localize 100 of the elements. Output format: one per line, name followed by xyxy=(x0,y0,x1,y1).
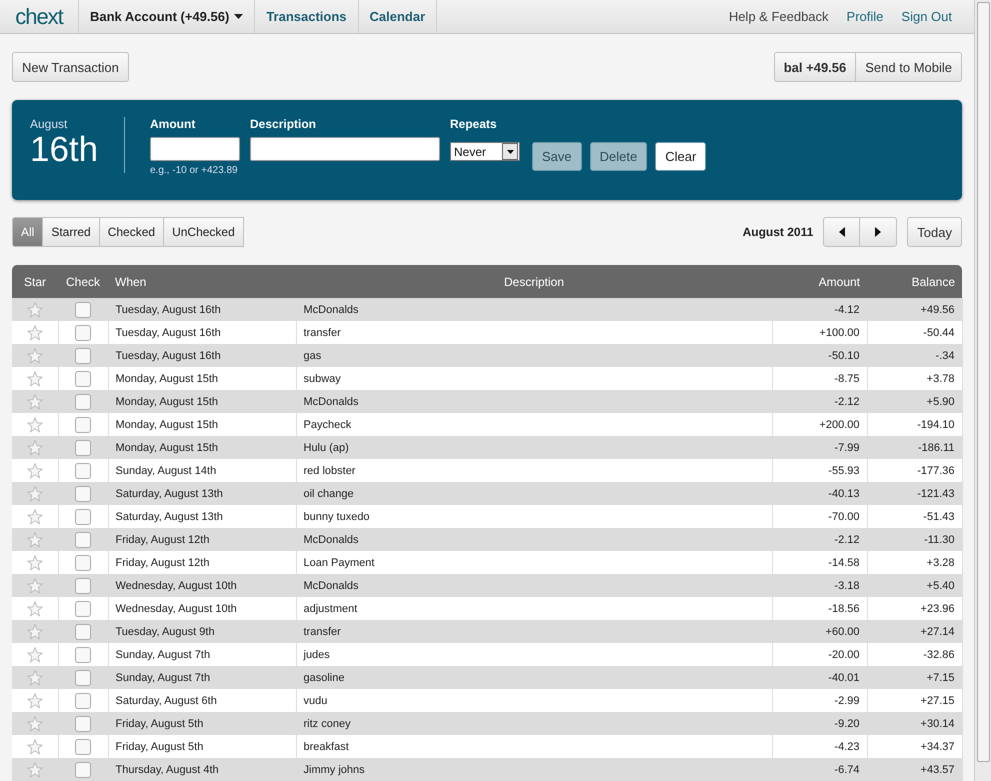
star-icon[interactable] xyxy=(26,302,43,318)
star-icon[interactable] xyxy=(26,670,43,686)
amount-field[interactable] xyxy=(150,137,240,161)
checkbox[interactable] xyxy=(75,416,91,432)
table-cell: +30.14 xyxy=(867,712,962,735)
checkbox[interactable] xyxy=(75,646,91,662)
field-label: Amount xyxy=(150,117,196,131)
table-cell: adjustment xyxy=(296,597,772,620)
checkbox[interactable] xyxy=(75,578,91,594)
checkbox[interactable] xyxy=(75,348,91,364)
form-button[interactable]: Clear xyxy=(655,142,706,171)
table-cell: Monday, August 15th xyxy=(108,390,296,413)
caret-icon xyxy=(506,150,514,154)
star-icon[interactable] xyxy=(26,624,43,640)
checkbox[interactable] xyxy=(75,370,91,386)
star-icon[interactable] xyxy=(26,416,43,432)
table-cell: -14.58 xyxy=(772,551,867,574)
checkbox[interactable] xyxy=(75,394,91,410)
table-cell: Wednesday, August 10th xyxy=(108,597,296,620)
checkbox[interactable] xyxy=(75,692,91,708)
left-arrow-icon xyxy=(838,227,845,237)
table-cell: -51.43 xyxy=(867,505,962,528)
table-cell: McDonalds xyxy=(296,298,772,321)
table-cell: Friday, August 12th xyxy=(108,528,296,551)
table-cell: vudu xyxy=(296,689,772,712)
star-icon[interactable] xyxy=(26,394,43,410)
table-cell: transfer xyxy=(296,620,772,643)
description-field[interactable] xyxy=(250,137,440,161)
star-icon[interactable] xyxy=(26,462,43,478)
filter-tab[interactable]: Checked xyxy=(100,217,164,247)
logo[interactable]: chext xyxy=(0,0,79,33)
checkbox[interactable] xyxy=(75,762,91,778)
checkbox[interactable] xyxy=(75,302,91,318)
today-button[interactable]: Today xyxy=(907,217,962,247)
period-label: August 2011 xyxy=(742,225,814,239)
table-cell: +49.56 xyxy=(867,298,962,321)
checkbox[interactable] xyxy=(75,324,91,340)
star-icon[interactable] xyxy=(26,370,43,386)
repeats-dropdown[interactable]: Never xyxy=(450,142,520,161)
star-icon[interactable] xyxy=(26,348,43,364)
checkbox[interactable] xyxy=(75,486,91,502)
header-link[interactable]: Profile xyxy=(838,0,892,33)
table-cell: oil change xyxy=(296,482,772,505)
checkbox[interactable] xyxy=(75,440,91,456)
table-cell: -3.18 xyxy=(772,574,867,597)
table-cell: Saturday, August 13th xyxy=(108,482,296,505)
star-icon[interactable] xyxy=(26,554,43,570)
table-cell: -177.36 xyxy=(867,459,962,482)
new-transaction-button[interactable]: New Transaction xyxy=(12,52,129,82)
table-cell: +43.57 xyxy=(867,758,962,781)
table-cell: +100.00 xyxy=(772,321,867,344)
next-button[interactable] xyxy=(860,217,898,247)
star-icon[interactable] xyxy=(26,646,43,662)
star-icon[interactable] xyxy=(26,716,43,732)
star-icon[interactable] xyxy=(26,578,43,594)
nav-tab[interactable]: Transactions xyxy=(255,0,359,33)
table-cell: Monday, August 15th xyxy=(108,436,296,459)
table-cell: +5.90 xyxy=(867,390,962,413)
table-cell: Hulu (ap) xyxy=(296,436,772,459)
star-icon[interactable] xyxy=(26,486,43,502)
nav-tab[interactable]: Calendar xyxy=(358,0,438,33)
checkbox[interactable] xyxy=(75,624,91,640)
table-cell: Tuesday, August 9th xyxy=(108,620,296,643)
balance-button[interactable]: bal +49.56 xyxy=(774,52,856,82)
scrollbar[interactable] xyxy=(974,0,991,781)
checkbox[interactable] xyxy=(75,462,91,478)
table-cell: gas xyxy=(296,344,772,367)
table-cell: bunny tuxedo xyxy=(296,505,772,528)
checkbox[interactable] xyxy=(75,508,91,524)
checkbox[interactable] xyxy=(75,600,91,616)
checkbox[interactable] xyxy=(75,554,91,570)
star-icon[interactable] xyxy=(26,600,43,616)
header-link[interactable]: Help & Feedback xyxy=(720,0,838,33)
table-cell: -8.75 xyxy=(772,367,867,390)
header-link[interactable]: Sign Out xyxy=(892,0,961,33)
table-cell: Wednesday, August 10th xyxy=(108,574,296,597)
right-arrow-icon xyxy=(875,227,882,237)
account-dropdown[interactable]: Bank Account (+49.56) xyxy=(79,0,256,33)
table-cell: +23.96 xyxy=(867,597,962,620)
checkbox[interactable] xyxy=(75,738,91,754)
filter-tab[interactable]: UnChecked xyxy=(164,217,244,247)
star-icon[interactable] xyxy=(26,440,43,456)
table-cell: ritz coney xyxy=(296,712,772,735)
star-icon[interactable] xyxy=(26,508,43,524)
star-icon[interactable] xyxy=(26,532,43,548)
table-cell: +60.00 xyxy=(772,620,867,643)
table-cell: Tuesday, August 16th xyxy=(108,321,296,344)
table-cell: -7.99 xyxy=(772,436,867,459)
table-cell: -121.43 xyxy=(867,482,962,505)
star-icon[interactable] xyxy=(26,762,43,778)
star-icon[interactable] xyxy=(26,738,43,754)
checkbox[interactable] xyxy=(75,716,91,732)
star-icon[interactable] xyxy=(26,692,43,708)
checkbox[interactable] xyxy=(75,532,91,548)
checkbox[interactable] xyxy=(75,670,91,686)
previous-button[interactable] xyxy=(823,217,860,247)
table-cell: -6.74 xyxy=(772,758,867,781)
star-icon[interactable] xyxy=(26,324,43,340)
filter-tab[interactable]: Starred xyxy=(43,217,100,247)
send-to-mobile-button[interactable]: Send to Mobile xyxy=(856,52,962,82)
